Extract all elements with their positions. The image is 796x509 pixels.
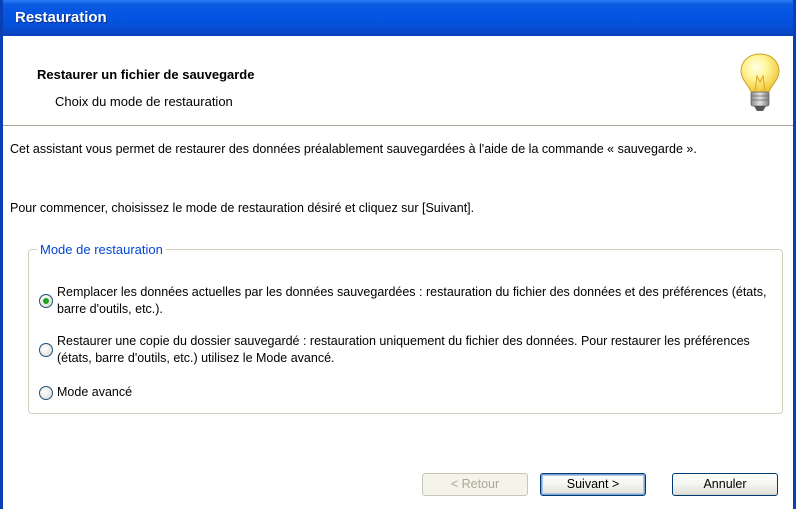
restore-mode-legend: Mode de restauration	[40, 242, 163, 257]
cancel-button[interactable]: Annuler	[672, 473, 778, 496]
wizard-content: Cet assistant vous permet de restaurer d…	[3, 126, 793, 509]
wizard-header: Restaurer un fichier de sauvegarde Choix…	[3, 36, 793, 126]
intro-text: Cet assistant vous permet de restaurer d…	[10, 142, 697, 156]
window-title: Restauration	[15, 9, 107, 26]
radio-copy[interactable]	[39, 343, 53, 357]
option-copy-label: Restaurer une copie du dossier sauvegard…	[57, 334, 750, 365]
wizard-title: Restaurer un fichier de sauvegarde	[37, 67, 255, 82]
restore-mode-group: Mode de restauration Remplacer les donné…	[28, 242, 783, 414]
radio-advanced[interactable]	[39, 386, 53, 400]
instruction-text: Pour commencer, choisissez le mode de re…	[10, 201, 475, 215]
restore-wizard-window: Restauration Restaurer un fichier de sau…	[0, 0, 796, 509]
back-button[interactable]: < Retour	[422, 473, 528, 496]
next-button[interactable]: Suivant >	[540, 473, 646, 496]
option-advanced-label: Mode avancé	[57, 385, 133, 399]
option-replace-label: Remplacer les données actuelles par les …	[57, 285, 767, 316]
lightbulb-icon	[740, 53, 780, 111]
radio-replace[interactable]	[39, 294, 53, 308]
title-bar[interactable]: Restauration	[3, 0, 793, 36]
wizard-subtitle: Choix du mode de restauration	[55, 94, 233, 109]
